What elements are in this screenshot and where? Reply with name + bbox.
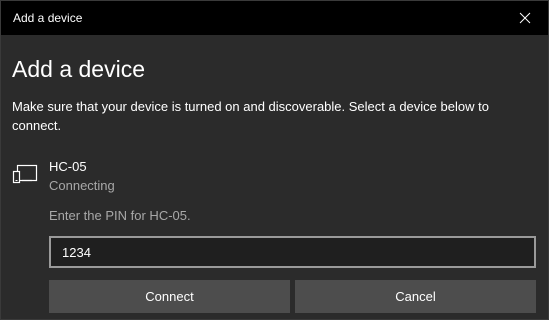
window-title: Add a device <box>13 11 83 25</box>
close-icon <box>519 12 531 24</box>
title-bar: Add a device <box>1 1 548 35</box>
page-heading: Add a device <box>12 56 145 82</box>
cancel-button[interactable]: Cancel <box>295 280 536 313</box>
device-status: Connecting <box>49 178 115 193</box>
pin-input[interactable] <box>49 236 536 268</box>
pin-prompt: Enter the PIN for HC-05. <box>49 208 191 223</box>
close-button[interactable] <box>502 1 548 35</box>
instructions-text: Make sure that your device is turned on … <box>12 99 489 133</box>
connect-button[interactable]: Connect <box>49 280 290 313</box>
add-device-dialog: Add a device Add a device Make sure that… <box>0 0 549 320</box>
device-icon <box>12 164 38 184</box>
device-name: HC-05 <box>49 159 87 174</box>
